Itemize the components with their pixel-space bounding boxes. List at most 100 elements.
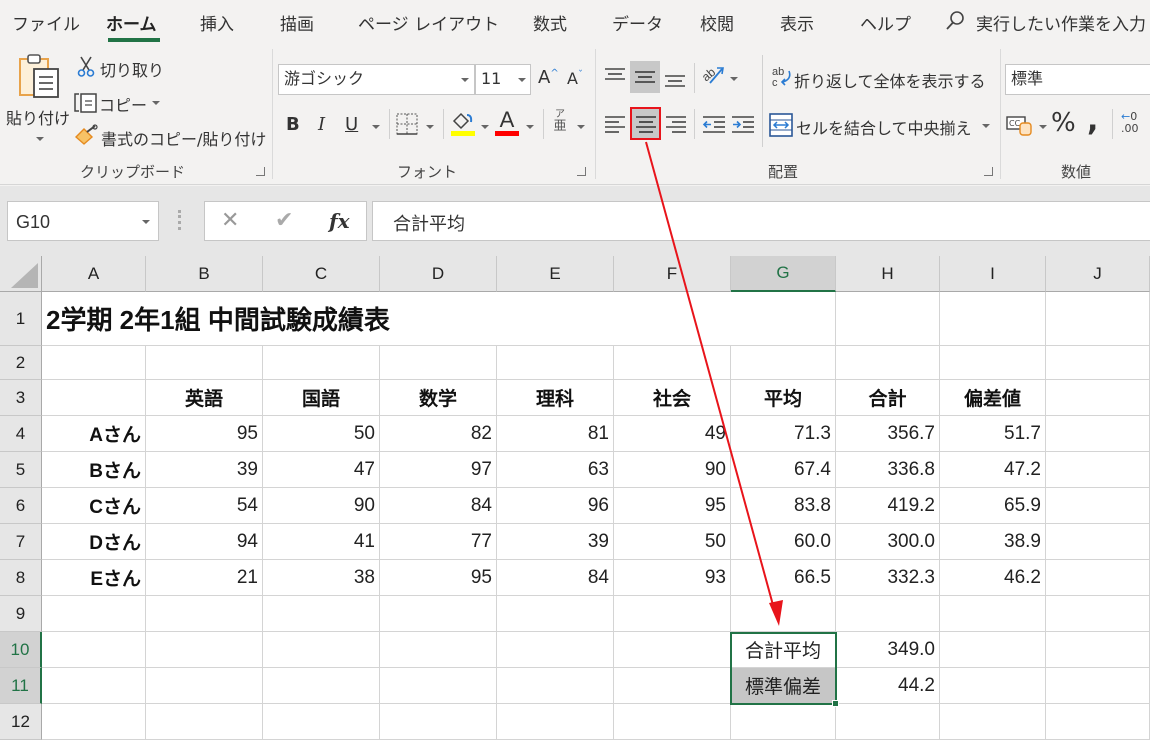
cell-j3[interactable]: [1046, 380, 1150, 416]
header-cell[interactable]: 偏差値: [940, 380, 1046, 416]
total-cell[interactable]: 356.7: [836, 416, 940, 452]
search-icon[interactable]: [944, 10, 966, 36]
total-cell[interactable]: 332.3: [836, 560, 940, 596]
column-header-c[interactable]: C: [263, 256, 380, 292]
cell-i9[interactable]: [940, 596, 1046, 632]
row-header-9[interactable]: 9: [0, 596, 42, 632]
paste-label[interactable]: 貼り付け: [6, 105, 70, 129]
copy-button[interactable]: コピー: [99, 92, 147, 116]
cell-j9[interactable]: [1046, 596, 1150, 632]
italic-button[interactable]: I: [318, 114, 325, 135]
average-cell[interactable]: 67.4: [731, 452, 836, 488]
format-painter-icon[interactable]: [74, 124, 98, 150]
cell-e10[interactable]: [497, 632, 614, 668]
cell-e12[interactable]: [497, 704, 614, 740]
cell-h2[interactable]: [836, 346, 940, 380]
merge-center-button[interactable]: セルを結合して中央揃え: [796, 115, 972, 139]
score-cell[interactable]: 81: [497, 416, 614, 452]
row-header-5[interactable]: 5: [0, 452, 42, 488]
cell-j6[interactable]: [1046, 488, 1150, 524]
summary-label-cell[interactable]: 標準偏差: [731, 668, 836, 704]
header-cell[interactable]: 国語: [263, 380, 380, 416]
column-header-a[interactable]: A: [42, 256, 146, 292]
cell-c11[interactable]: [263, 668, 380, 704]
fill-color-dropdown-icon[interactable]: [481, 125, 489, 129]
cut-button[interactable]: 切り取り: [100, 57, 164, 81]
cell-c10[interactable]: [263, 632, 380, 668]
score-cell[interactable]: 93: [614, 560, 731, 596]
clipboard-launcher-icon[interactable]: [256, 167, 265, 176]
cell-e9[interactable]: [497, 596, 614, 632]
cell-a11[interactable]: [42, 668, 146, 704]
cell-j10[interactable]: [1046, 632, 1150, 668]
cell-i1[interactable]: [940, 292, 1046, 346]
row-header-8[interactable]: 8: [0, 560, 42, 596]
phonetic-guide-button[interactable]: ア亜: [553, 109, 567, 134]
cell-c9[interactable]: [263, 596, 380, 632]
cell-f2[interactable]: [614, 346, 731, 380]
row-header-12[interactable]: 12: [0, 704, 42, 740]
cell-d11[interactable]: [380, 668, 497, 704]
cell-c2[interactable]: [263, 346, 380, 380]
increase-font-size-button[interactable]: A^: [538, 67, 559, 88]
tab-file[interactable]: ファイル: [12, 10, 80, 35]
header-cell[interactable]: 合計: [836, 380, 940, 416]
score-cell[interactable]: 82: [380, 416, 497, 452]
score-cell[interactable]: 49: [614, 416, 731, 452]
cell-g9[interactable]: [731, 596, 836, 632]
score-cell[interactable]: 95: [614, 488, 731, 524]
score-cell[interactable]: 77: [380, 524, 497, 560]
tab-help[interactable]: ヘルプ: [860, 10, 911, 35]
bold-button[interactable]: B: [286, 114, 300, 135]
total-cell[interactable]: 419.2: [836, 488, 940, 524]
tab-draw[interactable]: 描画: [280, 10, 314, 35]
average-cell[interactable]: 66.5: [731, 560, 836, 596]
cell-j12[interactable]: [1046, 704, 1150, 740]
cell-j1[interactable]: [1046, 292, 1150, 346]
select-all-button[interactable]: [0, 256, 42, 292]
header-cell[interactable]: 平均: [731, 380, 836, 416]
cell-i10[interactable]: [940, 632, 1046, 668]
tab-formulas[interactable]: 数式: [533, 10, 567, 35]
copy-dropdown-icon[interactable]: [152, 101, 160, 105]
decrease-indent-button[interactable]: [700, 109, 728, 139]
comma-style-button[interactable]: ,: [1087, 103, 1098, 138]
student-name-cell[interactable]: Dさん: [42, 524, 146, 560]
column-header-f[interactable]: F: [614, 256, 731, 292]
cell-g12[interactable]: [731, 704, 836, 740]
cell-f9[interactable]: [614, 596, 731, 632]
row-header-1[interactable]: 1: [0, 292, 42, 346]
score-cell[interactable]: 95: [146, 416, 263, 452]
tab-review[interactable]: 校閲: [700, 10, 734, 35]
cell-i2[interactable]: [940, 346, 1046, 380]
cell-b11[interactable]: [146, 668, 263, 704]
cell-b2[interactable]: [146, 346, 263, 380]
cell-e11[interactable]: [497, 668, 614, 704]
font-size-select[interactable]: 11: [475, 64, 531, 95]
score-cell[interactable]: 95: [380, 560, 497, 596]
score-cell[interactable]: 97: [380, 452, 497, 488]
merge-dropdown-icon[interactable]: [982, 124, 990, 128]
left-align-button[interactable]: [600, 109, 630, 139]
bottom-align-button[interactable]: [660, 63, 690, 93]
font-name-select[interactable]: 游ゴシック: [278, 64, 475, 95]
cell-b12[interactable]: [146, 704, 263, 740]
column-header-g[interactable]: G: [731, 256, 836, 292]
accounting-dropdown-icon[interactable]: [1039, 125, 1047, 129]
cell-j5[interactable]: [1046, 452, 1150, 488]
sheet-title-cell[interactable]: 2学期 2年1組 中間試験成績表: [42, 292, 836, 346]
formula-bar-grip[interactable]: [178, 210, 181, 230]
score-cell[interactable]: 47: [263, 452, 380, 488]
orientation-dropdown-icon[interactable]: [730, 77, 738, 81]
cell-h1[interactable]: [836, 292, 940, 346]
wrap-text-button[interactable]: 折り返して全体を表示する: [794, 68, 986, 92]
tab-data[interactable]: データ: [612, 10, 663, 35]
score-cell[interactable]: 54: [146, 488, 263, 524]
worksheet-grid[interactable]: ABCDEFGHIJ 1 2 3 4 5 6 7 8 9 10 11 12 2学期 2年1組 中間試験…: [0, 256, 1150, 741]
header-cell[interactable]: 社会: [614, 380, 731, 416]
score-cell[interactable]: 84: [497, 560, 614, 596]
score-cell[interactable]: 41: [263, 524, 380, 560]
score-cell[interactable]: 90: [263, 488, 380, 524]
cell-a2[interactable]: [42, 346, 146, 380]
row-header-3[interactable]: 3: [0, 380, 42, 416]
